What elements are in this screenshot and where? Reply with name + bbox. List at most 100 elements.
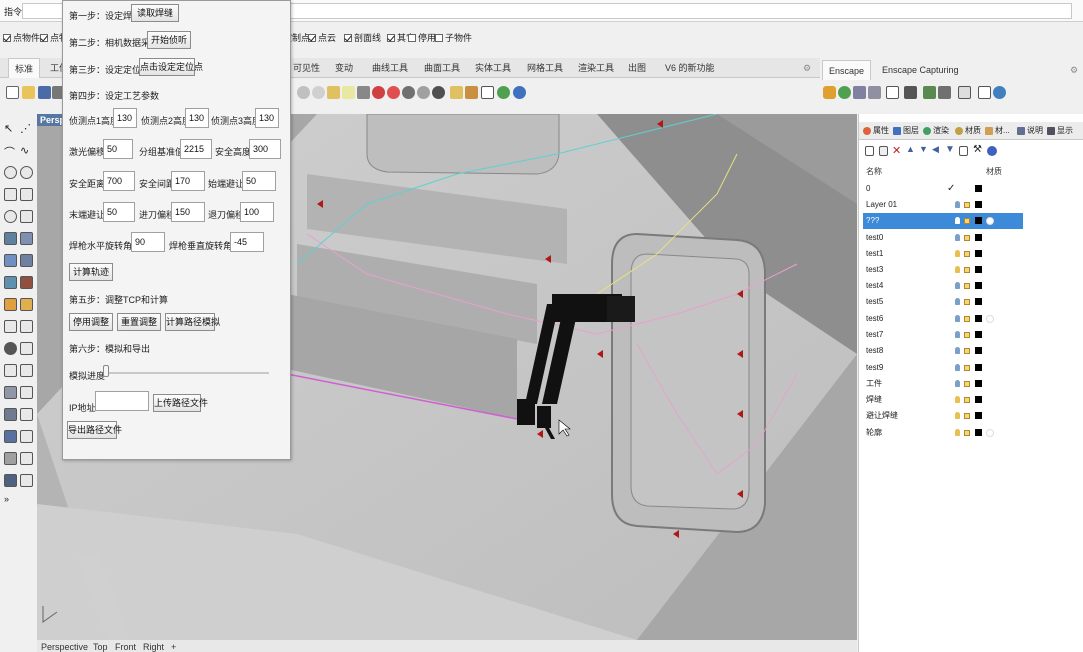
tab-curve-tools[interactable]: 曲线工具 <box>372 58 408 78</box>
layer-row[interactable]: test4 <box>863 278 1023 294</box>
material-circle-icon[interactable] <box>986 217 994 225</box>
lock-icon[interactable] <box>964 283 970 289</box>
offset-icon[interactable] <box>4 364 17 377</box>
param-input[interactable]: 50 <box>103 139 133 159</box>
ghosted-sphere-icon[interactable] <box>417 86 430 99</box>
grid-snap-icon[interactable] <box>481 86 494 99</box>
tab-display[interactable]: 显示 <box>1047 125 1073 136</box>
layer-row[interactable]: 焊缝 <box>863 392 1023 408</box>
enscape-settings-icon[interactable] <box>938 86 951 99</box>
bulb-icon[interactable] <box>955 396 960 403</box>
param-input[interactable]: 2215 <box>180 139 212 159</box>
gear-tool-icon[interactable] <box>465 86 478 99</box>
layer-row[interactable]: test7 <box>863 327 1023 343</box>
filter-icon[interactable]: ▼ <box>945 144 955 155</box>
zoom-extents-icon[interactable] <box>327 86 340 99</box>
lock-icon[interactable] <box>964 381 970 387</box>
split-icon[interactable] <box>20 320 33 333</box>
rotate-icon[interactable] <box>20 408 33 421</box>
enscape-sync-icon[interactable] <box>853 86 866 99</box>
bulb-icon[interactable] <box>955 234 960 241</box>
tab-mesh-tools[interactable]: 网格工具 <box>527 58 563 78</box>
add-view-button[interactable]: + <box>171 642 176 652</box>
rectangle-icon[interactable] <box>20 188 33 201</box>
layer-color-swatch[interactable] <box>975 250 982 257</box>
layer-row[interactable]: test3 <box>863 262 1023 278</box>
lock-icon[interactable] <box>964 413 970 419</box>
tab-standard[interactable]: 标准 <box>8 58 41 78</box>
help-icon[interactable] <box>987 146 997 156</box>
tab-solid-tools[interactable]: 实体工具 <box>475 58 511 78</box>
globe-icon[interactable] <box>497 86 510 99</box>
layer-states-icon[interactable] <box>959 146 968 156</box>
new-file-icon[interactable] <box>6 86 19 99</box>
lock-icon[interactable] <box>964 397 970 403</box>
layer-color-swatch[interactable] <box>975 315 982 322</box>
bulb-icon[interactable] <box>955 347 960 354</box>
curve-icon[interactable]: ∿ <box>20 144 33 157</box>
move-down-icon[interactable]: ▼ <box>919 144 928 154</box>
layer-color-swatch[interactable] <box>975 298 982 305</box>
view-tab-front[interactable]: Front <box>115 642 136 652</box>
tab-layers[interactable]: 图层 <box>893 125 919 136</box>
array-icon[interactable] <box>4 408 17 421</box>
view-tab-perspective[interactable]: Perspective <box>41 642 88 652</box>
tab-library[interactable]: 材... <box>985 125 1010 136</box>
start-listen-button[interactable]: 开始侦听 <box>147 31 191 49</box>
check-icon[interactable] <box>20 474 33 487</box>
bulb-icon[interactable] <box>955 266 960 273</box>
layer-row[interactable]: test5 <box>863 294 1023 310</box>
export-path-button[interactable]: 导出路径文件 <box>67 421 122 439</box>
bulb-icon[interactable] <box>955 250 960 257</box>
layer-row[interactable]: 轮廓 <box>863 425 1023 441</box>
tab-help[interactable]: 说明 <box>1017 125 1043 136</box>
material-circle-icon[interactable] <box>986 429 994 437</box>
param-input[interactable]: 90 <box>131 232 165 252</box>
grid-array-icon[interactable] <box>4 452 17 465</box>
tab-materials[interactable]: 材质 <box>955 125 981 136</box>
set-locate-point-button[interactable]: 点击设定定位点 <box>139 58 203 76</box>
tab-surface-tools[interactable]: 曲面工具 <box>424 58 460 78</box>
delete-layer-icon[interactable]: ✕ <box>892 144 901 157</box>
param-input[interactable]: 130 <box>113 108 137 128</box>
layer-color-swatch[interactable] <box>975 412 982 419</box>
osnap-section[interactable]: 剖面线 <box>344 31 381 44</box>
expand-icon[interactable]: » <box>4 494 17 507</box>
layer-color-swatch[interactable] <box>975 282 982 289</box>
osnap-disable[interactable]: 停用 <box>408 31 436 44</box>
gear-icon[interactable]: ⚙ <box>803 58 811 78</box>
layer-color-swatch[interactable] <box>975 364 982 371</box>
lock-icon[interactable] <box>964 299 970 305</box>
calc-trajectory-button[interactable]: 计算轨迹 <box>69 263 113 281</box>
tab-enscape[interactable]: Enscape <box>822 60 872 80</box>
tools-icon[interactable]: ⚒ <box>973 144 982 155</box>
bulb-icon[interactable] <box>955 429 960 436</box>
enscape-camera-icon[interactable] <box>868 86 881 99</box>
enscape-info-icon[interactable] <box>978 86 991 99</box>
bulb-icon[interactable] <box>955 201 960 208</box>
shaded-sphere-icon[interactable] <box>402 86 415 99</box>
layer-row[interactable]: ??? <box>863 213 1023 229</box>
render-sphere-icon[interactable] <box>387 86 400 99</box>
layer-row[interactable]: 工件 <box>863 376 1023 392</box>
wand-icon[interactable] <box>450 86 463 99</box>
help-icon[interactable] <box>513 86 526 99</box>
lock-icon[interactable] <box>357 86 370 99</box>
upload-path-button[interactable]: 上传路径文件 <box>153 394 208 412</box>
bulb-icon[interactable] <box>955 217 960 224</box>
light-bulb-icon[interactable] <box>342 86 355 99</box>
lock-icon[interactable] <box>964 430 970 436</box>
polygon-icon[interactable] <box>4 210 17 223</box>
param-input[interactable]: 50 <box>103 202 135 222</box>
zoom-icon[interactable] <box>297 86 310 99</box>
blend-icon[interactable] <box>20 364 33 377</box>
enscape-help-icon[interactable] <box>993 86 1006 99</box>
lock-icon[interactable] <box>964 365 970 371</box>
enscape-video-icon[interactable] <box>904 86 917 99</box>
extrude-icon[interactable] <box>4 298 17 311</box>
enscape-refresh-icon[interactable] <box>838 86 851 99</box>
layer-row[interactable]: test6 <box>863 311 1023 327</box>
layer-row[interactable]: test0 <box>863 230 1023 246</box>
boolean-icon[interactable] <box>20 276 33 289</box>
layer-color-swatch[interactable] <box>975 396 982 403</box>
